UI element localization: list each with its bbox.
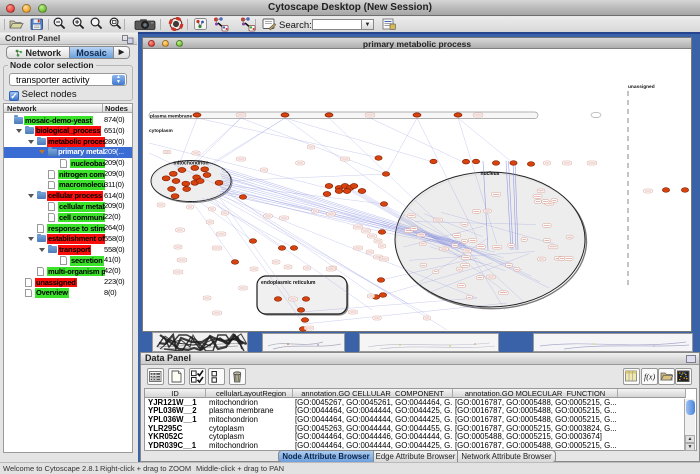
svg-text:plasma membrane: plasma membrane <box>150 114 192 120</box>
svg-text:unassigned: unassigned <box>628 84 655 90</box>
svg-text:nucleus: nucleus <box>481 171 500 177</box>
svg-text:mitochondrion: mitochondrion <box>174 161 209 167</box>
svg-text:endoplasmic reticulum: endoplasmic reticulum <box>261 280 316 286</box>
svg-text:cytoplasm: cytoplasm <box>149 128 173 134</box>
svg-text:f(x): f(x) <box>644 373 655 382</box>
